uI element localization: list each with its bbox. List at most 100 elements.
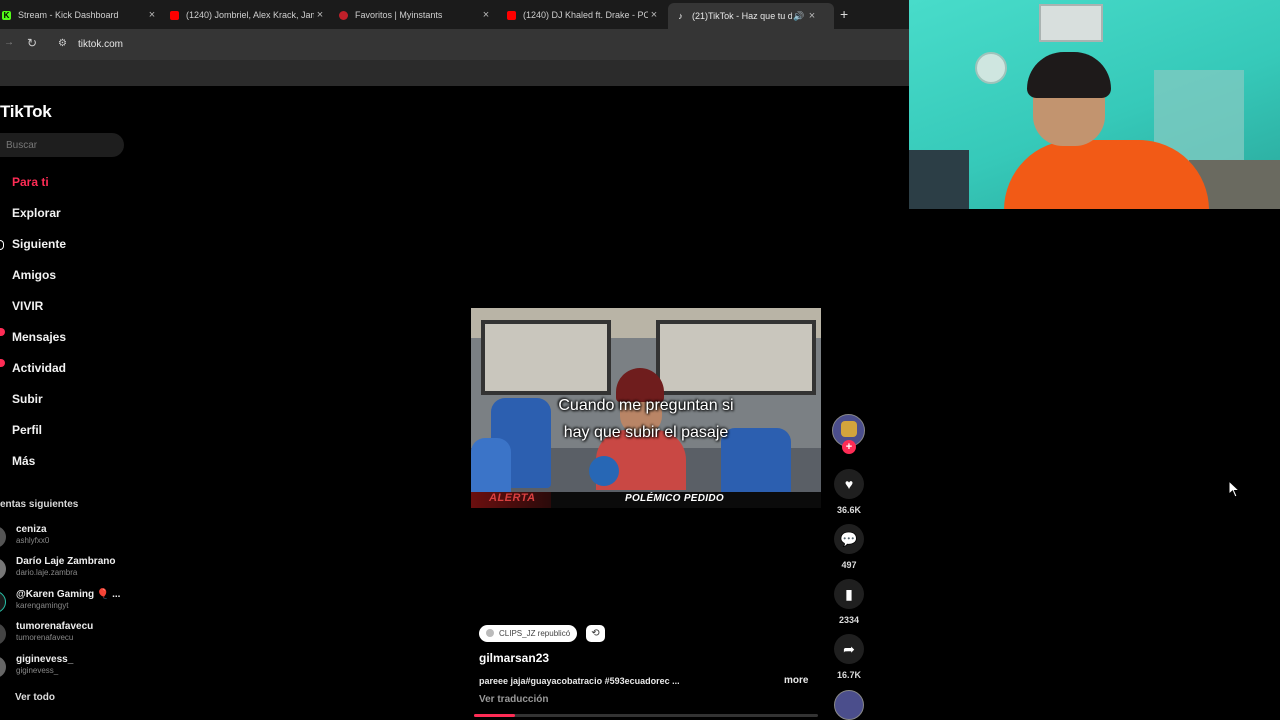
nav-para-ti[interactable]: Para ti <box>12 175 49 189</box>
nav-siguiente[interactable]: Siguiente <box>12 237 66 251</box>
tab-label: (1240) DJ Khaled ft. Drake - PO <box>523 10 648 20</box>
repost-badge[interactable]: CLIPS_JZ republicó <box>479 625 578 642</box>
tiktok-logo[interactable]: TikTok <box>0 102 52 122</box>
repost-icon: ⟲ <box>591 628 600 639</box>
url-text[interactable]: tiktok.com <box>78 39 123 50</box>
account-item[interactable]: ceniza ashlyfxx0 <box>0 524 130 550</box>
tab-label: Favoritos | Myinstants <box>355 10 443 20</box>
site-settings-icon[interactable]: ⚙ <box>58 38 67 49</box>
tab-label: (1240) Jombriel, Alex Krack, Jam <box>186 10 314 20</box>
comment-button[interactable]: 💬 <box>834 524 864 554</box>
close-icon[interactable]: × <box>806 10 818 22</box>
following-icon <box>0 240 4 250</box>
myinstants-icon <box>339 10 348 20</box>
avatar <box>0 656 6 678</box>
heart-icon: ♥ <box>844 476 854 492</box>
tab-myinstants[interactable]: Favoritos | Myinstants × <box>339 4 492 26</box>
nav-subir[interactable]: Subir <box>12 392 43 406</box>
sound-disc[interactable] <box>834 690 864 720</box>
webcam-scene <box>909 150 969 209</box>
youtube-icon <box>507 10 516 20</box>
address-bar: → ↻ ⚙ tiktok.com <box>0 29 909 60</box>
tab-label: Stream - Kick Dashboard <box>18 10 119 20</box>
activity-badge <box>0 359 5 367</box>
tiktok-icon: ♪ <box>678 11 683 21</box>
translate-link[interactable]: Ver traducción <box>479 694 548 705</box>
video-description: pareee jaja#guayacobatracio #593ecuadore… <box>479 676 680 686</box>
avatar <box>0 623 6 645</box>
browser-tab-bar: K Stream - Kick Dashboard × (1240) Jombr… <box>0 0 909 29</box>
cursor-arrow <box>1229 481 1241 498</box>
video-author[interactable]: gilmarsan23 <box>479 651 549 665</box>
close-icon[interactable]: × <box>480 9 492 21</box>
like-count: 36.6K <box>836 505 862 515</box>
tab-label: (21)TikTok - Haz que tu día <box>692 11 792 21</box>
repost-avatar-icon <box>486 629 494 637</box>
search-input[interactable] <box>0 133 124 157</box>
nav-amigos[interactable]: Amigos <box>12 268 56 282</box>
account-handle: karengamingyt <box>16 601 69 610</box>
tab-youtube-jombriel[interactable]: (1240) Jombriel, Alex Krack, Jam × <box>170 4 326 26</box>
avatar <box>0 558 6 580</box>
reload-icon[interactable]: ↻ <box>27 36 37 50</box>
webcam-scene <box>1039 4 1103 42</box>
share-button[interactable]: ➦ <box>834 634 864 664</box>
tab-kick-dashboard[interactable]: K Stream - Kick Dashboard × <box>2 4 158 26</box>
account-item[interactable]: Darío Laje Zambrano dario.laje.zambra <box>0 556 130 582</box>
tiktok-logo-text: TikTok <box>0 102 52 121</box>
speaker-icon[interactable]: 🔊 <box>792 11 806 22</box>
kick-icon: K <box>2 10 11 20</box>
video-progress-fill <box>474 714 516 717</box>
nav-actividad[interactable]: Actividad <box>12 361 66 375</box>
repost-button[interactable]: ⟲ <box>586 625 605 642</box>
forward-icon[interactable]: → <box>4 37 14 48</box>
youtube-icon <box>170 10 179 20</box>
close-icon[interactable]: × <box>146 9 158 21</box>
bookmark-icon: ▮ <box>845 585 853 602</box>
webcam-scene <box>975 52 1007 84</box>
following-accounts-title: entas siguientes <box>0 499 79 510</box>
video-caption-line: Cuando me preguntan si <box>558 397 734 414</box>
alert-text: ALERTA <box>489 492 536 504</box>
account-name: tumorenafavecu <box>16 621 94 632</box>
video-player[interactable]: Cuando me preguntan si hay que subir el … <box>471 308 821 508</box>
save-button[interactable]: ▮ <box>834 579 864 609</box>
nav-mensajes[interactable]: Mensajes <box>12 330 66 344</box>
account-name: giginevess_ <box>16 654 74 665</box>
video-caption-line: hay que subir el pasaje <box>563 424 729 441</box>
follow-button[interactable]: + <box>842 440 856 454</box>
video-caption-overlay: Cuando me preguntan si hay que subir el … <box>471 392 821 446</box>
like-button[interactable]: ♥ <box>834 469 864 499</box>
screen: K Stream - Kick Dashboard × (1240) Jombr… <box>0 0 1280 720</box>
avatar <box>0 526 6 548</box>
account-item[interactable]: giginevess_ giginevess_ <box>0 654 130 680</box>
comment-count: 497 <box>841 560 857 570</box>
tab-tiktok[interactable]: ♪ (21)TikTok - Haz que tu día 🔊 × <box>668 3 834 29</box>
nav-vivir[interactable]: VIVIR <box>12 299 43 313</box>
save-count: 2334 <box>838 615 860 625</box>
bookmarks-bar <box>0 60 909 86</box>
account-name: ceniza <box>16 524 47 535</box>
video-scene <box>481 320 611 395</box>
account-handle: giginevess_ <box>16 666 59 675</box>
video-scene <box>471 438 511 498</box>
banner-title: POLÉMICO PEDIDO <box>625 493 724 504</box>
avatar-image <box>841 421 857 437</box>
see-all-link[interactable]: Ver todo <box>15 692 55 703</box>
new-tab-button[interactable]: + <box>840 6 848 22</box>
webcam-overlay <box>909 0 1280 209</box>
account-item[interactable]: @Karen Gaming 🎈 ... karengamingyt <box>0 589 130 615</box>
tab-youtube-dj-khaled[interactable]: (1240) DJ Khaled ft. Drake - PO × <box>507 4 660 26</box>
video-scene <box>589 456 619 486</box>
close-icon[interactable]: × <box>314 9 326 21</box>
nav-explorar[interactable]: Explorar <box>12 206 61 220</box>
nav-mas[interactable]: Más <box>12 454 35 468</box>
more-button[interactable]: more <box>784 675 808 686</box>
account-item[interactable]: tumorenafavecu tumorenafavecu <box>0 621 130 647</box>
comment-icon: 💬 <box>840 530 858 547</box>
account-name: Darío Laje Zambrano <box>16 556 116 567</box>
close-icon[interactable]: × <box>648 9 660 21</box>
video-progress-bar[interactable] <box>474 714 818 717</box>
nav-perfil[interactable]: Perfil <box>12 423 42 437</box>
avatar <box>0 591 6 613</box>
